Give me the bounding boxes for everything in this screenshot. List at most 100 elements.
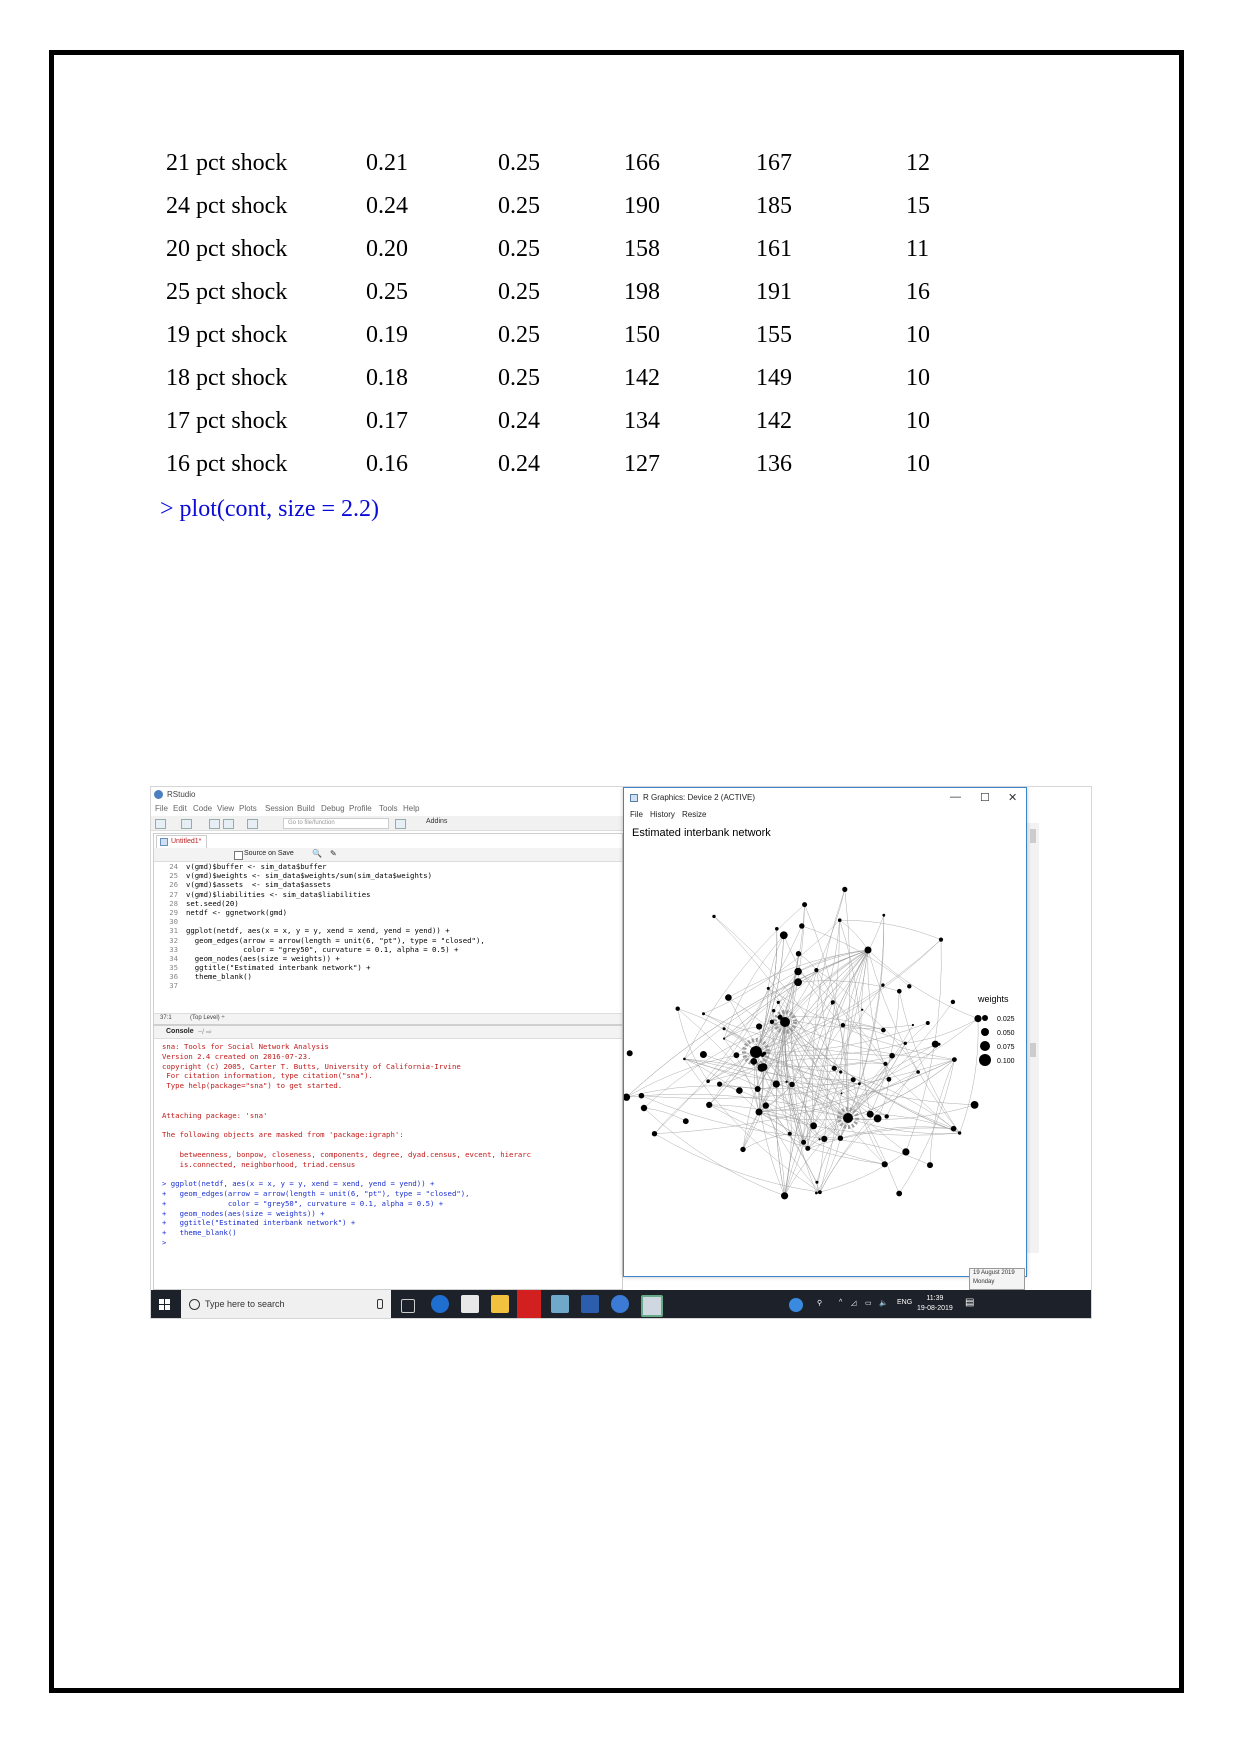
code-text: v(gmd)$weights <- sim_data$weights/sum(s… bbox=[186, 871, 433, 881]
minimize-button[interactable]: — bbox=[950, 791, 961, 803]
line-number: 36 bbox=[169, 972, 178, 982]
word-icon[interactable] bbox=[581, 1295, 599, 1313]
network-node bbox=[722, 1027, 726, 1031]
network-node bbox=[927, 1162, 933, 1169]
table-cell: 198 bbox=[624, 279, 660, 305]
opera-icon[interactable] bbox=[517, 1290, 541, 1318]
menu-help[interactable]: Help bbox=[403, 804, 419, 813]
new-file-icon[interactable] bbox=[155, 819, 166, 829]
open-project-icon[interactable] bbox=[181, 819, 192, 829]
language-indicator[interactable]: ENG bbox=[897, 1299, 912, 1306]
rstudio-logo-icon bbox=[154, 790, 163, 799]
addins-button[interactable]: Addins bbox=[426, 818, 447, 825]
menu-edit[interactable]: Edit bbox=[173, 804, 187, 813]
network-node bbox=[706, 1079, 710, 1083]
code-line: 37 bbox=[154, 981, 622, 990]
microphone-icon[interactable] bbox=[377, 1299, 383, 1309]
close-button[interactable]: ✕ bbox=[1008, 791, 1017, 804]
menu-profile[interactable]: Profile bbox=[349, 804, 372, 813]
code-line: 29 netdf <- ggnetwork(gmd) bbox=[154, 908, 622, 917]
table-cell: 0.25 bbox=[498, 365, 540, 391]
file-explorer-icon[interactable] bbox=[491, 1295, 509, 1313]
network-plot-svg: Estimated interbank network weights 0.02… bbox=[622, 827, 1015, 1200]
source-on-save-checkbox[interactable] bbox=[234, 851, 243, 860]
menu-build[interactable]: Build bbox=[297, 804, 315, 813]
graphics-menubar: File History Resize bbox=[624, 810, 1026, 822]
network-edge bbox=[816, 970, 828, 1194]
rstudio-toolbar: Go to file/function Addins bbox=[151, 816, 631, 831]
tray-chevron-icon[interactable]: ^ bbox=[839, 1299, 842, 1306]
network-node bbox=[766, 986, 770, 990]
network-icon[interactable]: ◿ bbox=[851, 1299, 856, 1307]
console-line: + color = "grey50", curvature = 0.1, alp… bbox=[162, 1198, 444, 1208]
scope-selector[interactable]: (Top Level) ÷ bbox=[190, 1015, 225, 1021]
line-number: 32 bbox=[169, 935, 178, 945]
gmenu-resize[interactable]: Resize bbox=[682, 810, 706, 819]
r-graphics-task-icon[interactable] bbox=[641, 1295, 663, 1317]
search-icon[interactable]: 🔍 bbox=[312, 849, 322, 858]
network-node bbox=[843, 1113, 853, 1123]
table-cell: 155 bbox=[756, 322, 792, 348]
gmenu-history[interactable]: History bbox=[650, 810, 675, 819]
rstudio-task-icon[interactable] bbox=[611, 1295, 629, 1313]
wand-icon[interactable]: ✎ bbox=[330, 849, 337, 858]
volume-icon[interactable]: 🔈 bbox=[879, 1299, 888, 1307]
clock-date: 19-08-2019 bbox=[917, 1305, 953, 1312]
taskbar-search[interactable]: Type here to search bbox=[181, 1290, 391, 1318]
app-icon[interactable] bbox=[551, 1295, 569, 1313]
menu-code[interactable]: Code bbox=[193, 804, 212, 813]
r-file-icon bbox=[160, 838, 168, 846]
save-all-icon[interactable] bbox=[223, 819, 234, 829]
people-icon[interactable]: ⚲ bbox=[817, 1299, 822, 1307]
console-line: sna: Tools for Social Network Analysis bbox=[162, 1042, 329, 1051]
network-node bbox=[706, 1101, 713, 1108]
action-center-icon[interactable]: ▤ bbox=[965, 1297, 974, 1308]
print-icon[interactable] bbox=[247, 819, 258, 829]
editor-toolbar: Source on Save 🔍 ✎ bbox=[154, 848, 622, 862]
maximize-button[interactable]: ☐ bbox=[980, 791, 990, 804]
save-icon[interactable] bbox=[209, 819, 220, 829]
gmenu-file[interactable]: File bbox=[630, 810, 643, 819]
battery-icon[interactable]: ▭ bbox=[865, 1299, 872, 1307]
taskbar-clock[interactable]: 11:39 19-08-2019 bbox=[917, 1294, 953, 1314]
network-node bbox=[814, 968, 819, 973]
console-line: + theme_blank() bbox=[162, 1228, 237, 1238]
network-node bbox=[626, 1050, 633, 1057]
edge-browser-icon[interactable] bbox=[431, 1295, 449, 1313]
menu-file[interactable]: File bbox=[155, 804, 168, 813]
source-on-save-label: Source on Save bbox=[244, 850, 294, 857]
code-text: ggtitle("Estimated interbank network") + bbox=[186, 963, 371, 973]
editor-tab[interactable]: Untitled1* bbox=[156, 835, 208, 848]
line-number: 28 bbox=[169, 898, 178, 908]
network-edge bbox=[755, 1051, 860, 1084]
legend-label-3: 0.075 bbox=[997, 1044, 1015, 1051]
network-node bbox=[903, 1041, 907, 1045]
mail-icon[interactable] bbox=[461, 1295, 479, 1313]
network-node bbox=[789, 1081, 795, 1088]
grid-icon[interactable] bbox=[395, 819, 406, 829]
menu-debug[interactable]: Debug bbox=[321, 804, 345, 813]
windows-start-icon[interactable] bbox=[159, 1299, 171, 1311]
menu-view[interactable]: View bbox=[217, 804, 234, 813]
menu-session[interactable]: Session bbox=[265, 804, 293, 813]
table-cell: 10 bbox=[906, 408, 930, 434]
table-cell: 161 bbox=[756, 236, 792, 262]
line-number: 31 bbox=[169, 926, 178, 936]
code-area[interactable]: 24 v(gmd)$buffer <- sim_data$buffer 25 v(gm… bbox=[154, 862, 622, 991]
table-cell: 134 bbox=[624, 408, 660, 434]
task-view-icon[interactable] bbox=[401, 1299, 415, 1313]
network-node bbox=[805, 1145, 811, 1151]
table-cell: 24 pct shock bbox=[166, 193, 288, 219]
network-node bbox=[682, 1118, 689, 1125]
menu-tools[interactable]: Tools bbox=[379, 804, 398, 813]
goto-file-input[interactable]: Go to file/function bbox=[283, 818, 389, 829]
code-line: 26 v(gmd)$assets <- sim_data$assets bbox=[154, 880, 622, 889]
network-node bbox=[873, 1114, 882, 1123]
graphics-window-icon bbox=[630, 794, 638, 802]
network-nodes bbox=[622, 886, 982, 1200]
menu-plots[interactable]: Plots bbox=[239, 804, 257, 813]
help-icon[interactable] bbox=[789, 1298, 803, 1312]
console-tab[interactable]: Console bbox=[166, 1028, 194, 1035]
console-output[interactable]: sna: Tools for Social Network Analysis Ve… bbox=[162, 1042, 531, 1248]
